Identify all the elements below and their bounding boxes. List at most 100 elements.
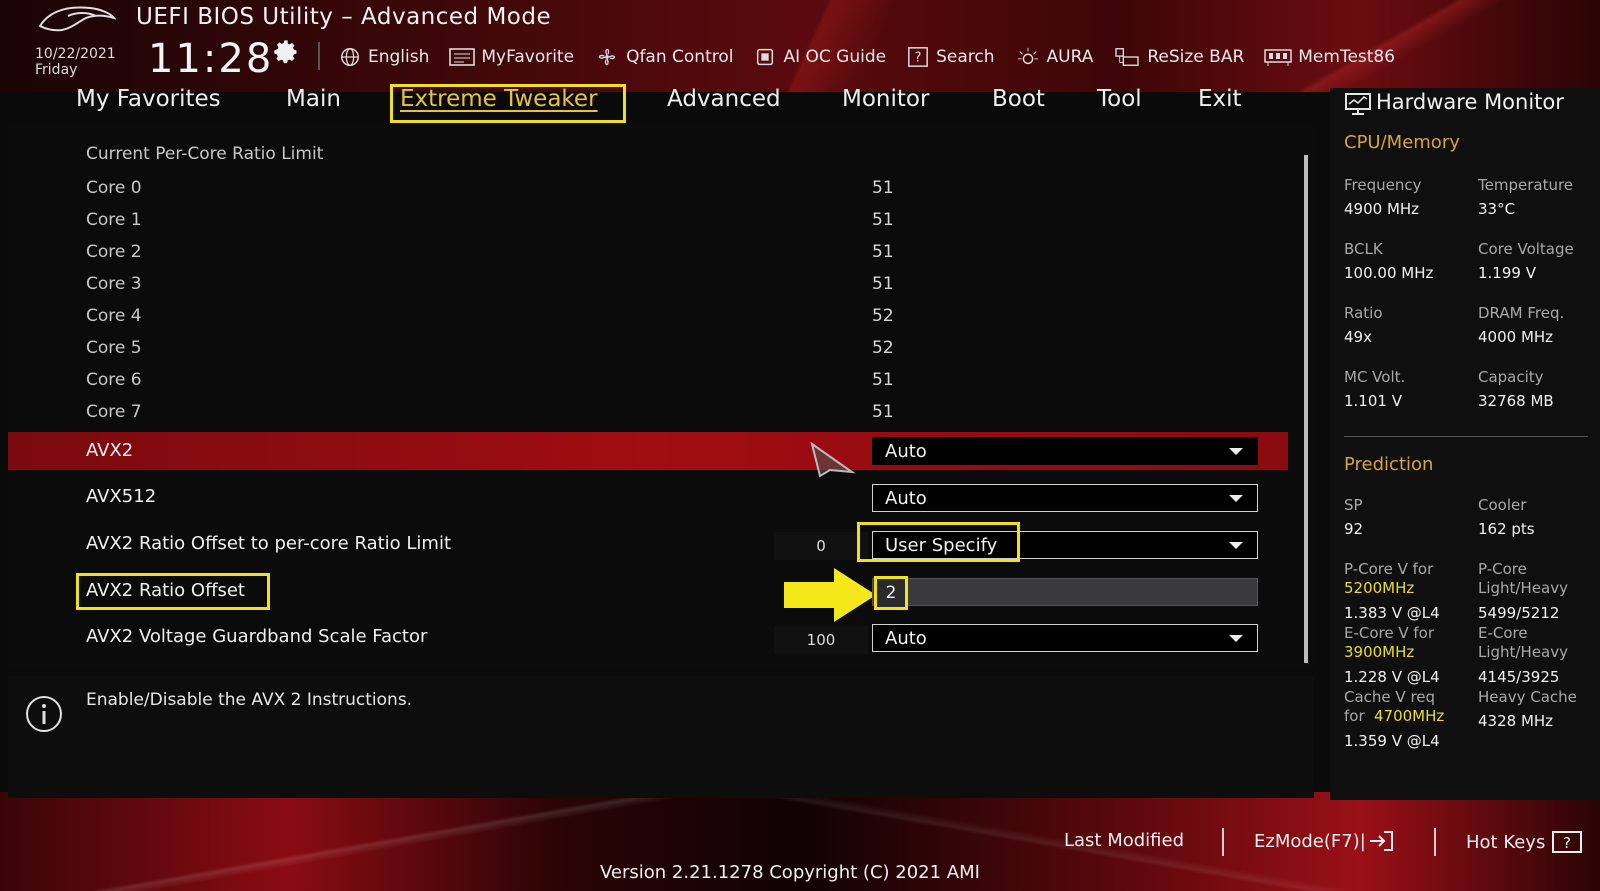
date-display: 10/22/2021 xyxy=(35,46,116,62)
avx2-guardband-label: AVX2 Voltage Guardband Scale Factor xyxy=(86,626,428,647)
hw-sp-label: SP xyxy=(1344,496,1363,514)
help-question-icon: ? xyxy=(1552,831,1583,853)
resize-bar-button[interactable]: ReSize BAR xyxy=(1113,46,1244,68)
core-5-value: 52 xyxy=(872,338,894,358)
tab-main[interactable]: Main xyxy=(286,86,341,112)
oc-guide-icon xyxy=(757,48,774,66)
ezmode-button[interactable]: EzMode(F7)| xyxy=(1254,830,1394,852)
core-6-value: 51 xyxy=(872,370,894,390)
tab-exit[interactable]: Exit xyxy=(1198,86,1242,112)
gear-icon[interactable] xyxy=(272,38,300,66)
user-specify-highlight xyxy=(857,522,1020,562)
avx2-select[interactable]: Auto xyxy=(872,437,1258,465)
hw-ecore-v-label: E-Core V for xyxy=(1344,624,1435,642)
tab-my-favorites[interactable]: My Favorites xyxy=(76,86,221,112)
tab-monitor[interactable]: Monitor xyxy=(842,86,929,112)
settings-scrollbar[interactable] xyxy=(1304,155,1308,663)
search-label: Search xyxy=(936,47,995,67)
tab-boot[interactable]: Boot xyxy=(992,86,1045,112)
myfavorite-button[interactable]: MyFavorite xyxy=(449,47,574,67)
hw-core-voltage-label: Core Voltage xyxy=(1478,240,1574,258)
core-2-label: Core 2 xyxy=(86,242,142,262)
hw-frequency-label: Frequency xyxy=(1344,176,1422,194)
core-4-value: 52 xyxy=(872,306,894,326)
avx2-offset-limit-label: AVX2 Ratio Offset to per-core Ratio Limi… xyxy=(86,533,452,554)
avx2-guardband-select[interactable]: Auto xyxy=(872,624,1258,652)
day-display: Friday xyxy=(35,62,78,78)
myfavorite-label: MyFavorite xyxy=(481,47,575,67)
hw-pcore-lh-value: 5499/5212 xyxy=(1478,604,1560,622)
search-button[interactable]: ? Search xyxy=(906,46,995,68)
prediction-heading: Prediction xyxy=(1344,454,1434,475)
hw-capacity-value: 32768 MB xyxy=(1478,392,1554,410)
core-7-label: Core 7 xyxy=(86,402,142,422)
hw-ecore-lh-value: 4145/3925 xyxy=(1478,668,1560,686)
chevron-down-icon xyxy=(1229,635,1243,642)
avx512-label: AVX512 xyxy=(86,486,157,507)
core-1-label: Core 1 xyxy=(86,210,142,230)
core-3-label: Core 3 xyxy=(86,274,142,294)
footer-divider xyxy=(1222,828,1224,856)
hw-ratio-label: Ratio xyxy=(1344,304,1383,322)
chevron-down-icon xyxy=(1229,448,1243,455)
hw-ecore-lh-label: E-Core xyxy=(1478,624,1528,642)
hw-ecore-v-freq: 3900MHz xyxy=(1344,643,1415,661)
hw-cache-v-value: 1.359 V @L4 xyxy=(1344,732,1440,750)
resize-bar-label: ReSize BAR xyxy=(1147,47,1245,67)
core-3-value: 51 xyxy=(872,274,894,294)
avx2-guardband-select-value: Auto xyxy=(885,627,927,649)
search-help-icon: ? xyxy=(908,47,929,67)
hw-pcore-v-label: P-Core V for xyxy=(1344,560,1434,578)
hw-pcore-v-freq: 5200MHz xyxy=(1344,579,1415,597)
hw-cooler-label: Cooler xyxy=(1478,496,1527,514)
avx2-label: AVX2 xyxy=(86,440,134,461)
main-tab-bar: My Favorites Main Extreme Tweaker Advanc… xyxy=(0,82,1318,123)
hw-heavy-cache-value: 4328 MHz xyxy=(1478,712,1554,730)
ai-oc-guide-button[interactable]: AI OC Guide xyxy=(753,46,886,68)
avx512-select[interactable]: Auto xyxy=(872,484,1258,512)
top-toolbar: English MyFavorite Qfan Control AI OC Gu… xyxy=(338,44,1415,70)
aura-button[interactable]: AURA xyxy=(1015,46,1093,68)
chevron-down-icon xyxy=(1229,542,1243,549)
hw-frequency-value: 4900 MHz xyxy=(1344,200,1420,218)
hw-dram-freq-label: DRAM Freq. xyxy=(1478,304,1565,322)
monitor-icon xyxy=(1345,93,1371,115)
arrow-right-icon xyxy=(784,568,876,622)
avx2-ratio-offset-field[interactable] xyxy=(872,578,1258,606)
language-button[interactable]: English xyxy=(338,46,429,68)
hot-keys-label: Hot Keys xyxy=(1466,831,1546,853)
hot-keys-button[interactable]: Hot Keys ? xyxy=(1466,830,1583,854)
globe-icon xyxy=(341,48,359,66)
hw-ratio-value: 49x xyxy=(1344,328,1372,346)
app-title: UEFI BIOS Utility – Advanced Mode xyxy=(136,4,552,30)
language-label: English xyxy=(368,47,430,67)
hw-cache-v-label2: for xyxy=(1344,707,1365,725)
hw-divider xyxy=(1344,436,1588,437)
hw-cache-v-label: Cache V req xyxy=(1344,688,1436,706)
hw-capacity-label: Capacity xyxy=(1478,368,1544,386)
hw-heavy-cache-label: Heavy Cache xyxy=(1478,688,1577,706)
per-core-ratio-heading: Current Per-Core Ratio Limit xyxy=(86,144,324,164)
core-0-value: 51 xyxy=(872,178,894,198)
hw-pcore-lh-label: P-Core xyxy=(1478,560,1527,578)
ezmode-label: EzMode(F7)| xyxy=(1254,830,1366,852)
cpu-memory-heading: CPU/Memory xyxy=(1344,132,1460,153)
memtest86-button[interactable]: MemTest86 xyxy=(1264,47,1395,67)
help-text: Enable/Disable the AVX 2 Instructions. xyxy=(86,690,413,710)
tab-tool[interactable]: Tool xyxy=(1097,86,1142,112)
mouse-cursor-icon xyxy=(810,442,856,478)
qfan-control-button[interactable]: Qfan Control xyxy=(594,46,733,68)
memtest86-label: MemTest86 xyxy=(1298,47,1396,67)
last-modified-button[interactable]: Last Modified xyxy=(1064,830,1184,851)
avx2-offset-limit-current: 0 xyxy=(774,532,868,560)
tab-extreme-tweaker[interactable]: Extreme Tweaker xyxy=(400,86,598,112)
hw-bclk-label: BCLK xyxy=(1344,240,1383,258)
hw-dram-freq-value: 4000 MHz xyxy=(1478,328,1554,346)
avx2-ratio-offset-value[interactable]: 2 xyxy=(874,576,908,610)
hardware-monitor-title: Hardware Monitor xyxy=(1376,90,1564,114)
tab-advanced[interactable]: Advanced xyxy=(667,86,781,112)
favorite-list-icon xyxy=(449,48,476,66)
ai-oc-guide-label: AI OC Guide xyxy=(783,47,887,67)
avx512-select-value: Auto xyxy=(885,487,927,509)
version-text: Version 2.21.1278 Copyright (C) 2021 AMI xyxy=(600,862,980,883)
